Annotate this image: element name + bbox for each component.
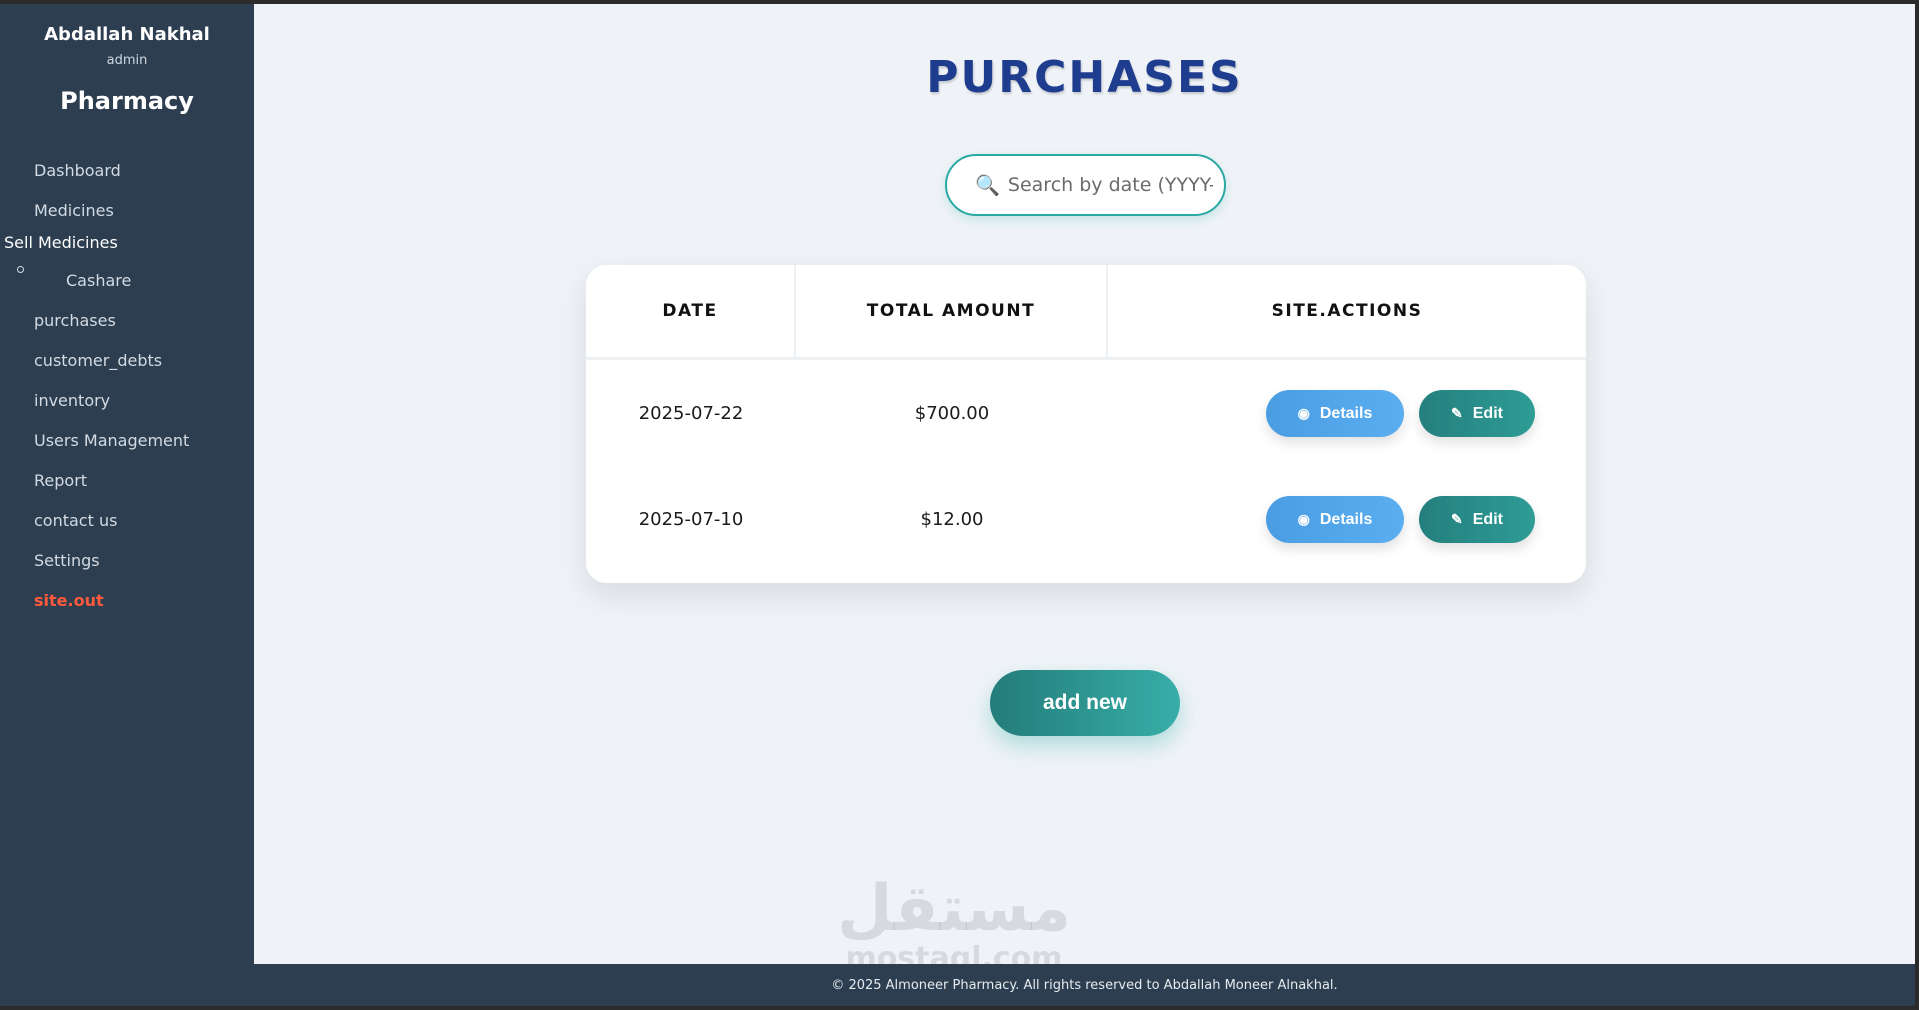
cell-date: 2025-07-10 [638,508,744,530]
cell-date: 2025-07-22 [638,402,744,424]
column-header-date[interactable]: DATE [586,265,796,357]
eye-icon: ◉ [1297,511,1310,527]
details-button[interactable]: ◉ Details [1266,496,1404,543]
table-row: 2025-07-10 $12.00 ◉ Details ✎ Edit [586,466,1586,572]
edit-button[interactable]: ✎ Edit [1419,496,1535,543]
page-title: PURCHASES [926,52,1243,103]
user-name: Abdallah Nakhal [44,24,210,45]
submenu-bullet-icon [17,266,24,273]
sidebar: Abdallah Nakhal admin Pharmacy Dashboard… [0,4,254,964]
sidebar-item-cashare[interactable]: Cashare [66,271,131,290]
footer-copyright: © 2025 Almoneer Pharmacy. All rights res… [831,977,1338,993]
edit-button-label: Edit [1472,404,1503,422]
sidebar-item-contact-us[interactable]: contact us [34,511,117,530]
window-right-border [1915,0,1919,1010]
cell-total-amount: $12.00 [920,508,984,530]
eye-icon: ◉ [1297,405,1310,421]
add-new-button[interactable]: add new [990,670,1180,736]
column-header-total-amount[interactable]: TOTAL AMOUNT [796,265,1108,357]
watermark: مستقل mostaql.com [834,874,1074,974]
sidebar-item-customer-debts[interactable]: customer_debts [34,351,162,370]
pencil-icon: ✎ [1451,511,1463,527]
cell-total-amount: $700.00 [914,402,990,424]
edit-button[interactable]: ✎ Edit [1419,390,1535,437]
edit-button-label: Edit [1472,510,1503,528]
window-bottom-border [0,1006,1919,1010]
sidebar-item-settings[interactable]: Settings [34,551,100,570]
table-row: 2025-07-22 $700.00 ◉ Details ✎ Edit [586,360,1586,466]
sidebar-item-report[interactable]: Report [34,471,87,490]
search-input[interactable] [1007,174,1213,196]
sidebar-item-inventory[interactable]: inventory [34,391,110,410]
user-role: admin [106,53,148,68]
pencil-icon: ✎ [1451,405,1463,421]
sidebar-item-logout[interactable]: site.out [34,591,104,610]
main-content: PURCHASES 🔍 DATE TOTAL AMOUNT SITE.ACTIO… [254,4,1915,974]
sidebar-item-medicines[interactable]: Medicines [34,201,114,220]
brand-title: Pharmacy [60,87,194,115]
watermark-arabic: مستقل [836,872,1072,946]
column-header-actions: SITE.ACTIONS [1271,301,1423,321]
footer: © 2025 Almoneer Pharmacy. All rights res… [254,964,1915,1006]
app-window: Abdallah Nakhal admin Pharmacy Dashboard… [0,0,1919,1010]
sidebar-item-dashboard[interactable]: Dashboard [34,161,121,180]
details-button-label: Details [1319,404,1373,422]
table-header: DATE TOTAL AMOUNT SITE.ACTIONS [586,265,1586,360]
details-button-label: Details [1319,510,1373,528]
details-button[interactable]: ◉ Details [1266,390,1404,437]
search-box[interactable]: 🔍 [945,154,1226,216]
sidebar-item-users-management[interactable]: Users Management [34,431,189,450]
purchases-table: DATE TOTAL AMOUNT SITE.ACTIONS 2025-07-2… [586,265,1586,583]
sidebar-item-purchases[interactable]: purchases [34,311,116,330]
search-icon: 🔍 [975,173,1000,197]
sidebar-item-sell-medicines[interactable]: Sell Medicines [4,233,118,252]
